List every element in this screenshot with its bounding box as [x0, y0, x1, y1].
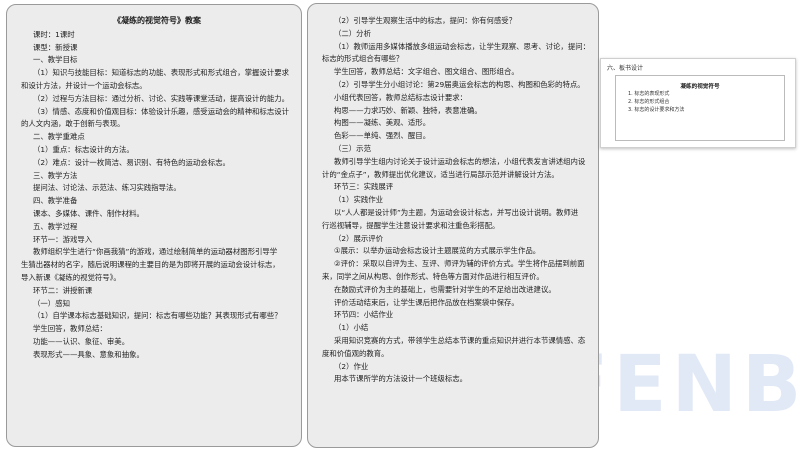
text-line: 课时：1课时 [33, 29, 75, 39]
document-title: 《凝练的视觉符号》教案 [113, 16, 201, 25]
slide-item: 3. 标志的设计要求和方法 [628, 107, 685, 113]
text-line: 的人文内涵，敢于创新与表现。 [21, 119, 125, 129]
slide-item: 2. 标志的形式组合 [628, 99, 670, 105]
text-line: （1）实践作业 [334, 195, 384, 205]
text-line: （2）引导学生观察生活中的标志，提问：你有何感受？ [334, 16, 517, 25]
text-line: （2）引导学生分小组讨论：第29届奥运会标志的构思、构图和色彩的特点。 [334, 79, 585, 89]
text-line: 和设计方法，并设计一个运动会标志。 [21, 80, 147, 90]
lesson-plan-page-left: 《凝练的视觉符号》教案课时：1课时 课型：新授课 一、教学目标 （1）知识与技能目标：… [6, 4, 302, 447]
text-line: 计的“金点子”，教师提出优化建议，适当进行局部示范并讲解设计方法。 [322, 169, 559, 179]
text-line: 四、教学准备 [33, 196, 78, 206]
text-line: 教师组织学生进行“你画我猜”的游戏，通过绘制简单的运动器材图形引导学 [33, 247, 278, 257]
text-line: 小组代表回答，教师总结标志设计要求： [334, 92, 468, 102]
text-line: 评价活动结束后，让学生课后把作品放在档案袋中保存。 [334, 297, 519, 307]
text-line: （2）作业 [334, 361, 369, 371]
text-line: 在鼓励式评价为主的基础上，也需要针对学生的不足给出改进建议。 [334, 284, 556, 294]
slide-item: 1. 标志的表现形式 [628, 91, 670, 97]
text-line: 学生回答，教师总结： [33, 324, 107, 334]
text-line: 环节一：游戏导入 [33, 234, 93, 244]
text-line: 环节二：讲授新课 [33, 285, 93, 295]
text-line: 构图——凝练、美观、适形。 [334, 118, 431, 128]
text-line: （二）分析 [334, 28, 371, 38]
text-line: ②评价：采取以自评为主、互评、师评为辅的评价方式。学生将作品摆到前面 [334, 259, 585, 269]
text-line: 行巡视辅导，提醒学生注意设计要求和注重色彩搭配。 [322, 220, 500, 230]
text-line: 构思——力求巧妙、新颖、独特，表意准确。 [334, 105, 482, 115]
text-line: 导入新课《凝练的视觉符号》。 [21, 272, 121, 282]
text-line: （2）难点：设计一枚简洁、易识别、有特色的运动会标志。 [33, 157, 230, 167]
text-line: 表现形式——具象、意象和抽象。 [33, 349, 144, 359]
text-line: （2）展示评价 [334, 233, 384, 243]
text-line: 用本节课所学的方法设计一个班级标志。 [334, 374, 468, 384]
text-line: （1）教师运用多媒体播放多组运动会标志，让学生观察、思考、讨论，提问： [334, 41, 590, 51]
text-line: （3）情感、态度和价值观目标：体验设计乐趣，感受运动会的精神和标志设计 [33, 106, 289, 116]
text-line: 环节四：小结作业 [334, 310, 394, 320]
text-line: 来，同学之间从构思、创作形式、特色等方面对作品进行相互评价。 [322, 271, 544, 281]
text-line: （1）知识与技能目标：知道标志的功能、表现形式和形式组合，掌握设计要求 [33, 68, 289, 78]
text-line: 五、教学过程 [33, 221, 78, 231]
text-line: 课本、多媒体、课件、制作材料。 [33, 208, 144, 218]
text-line: 色彩——单纯、强烈、醒目。 [334, 131, 431, 141]
slide-card: 凝练的视觉符号 1. 标志的表现形式 2. 标志的形式组合 3. 标志的设计要求… [615, 75, 785, 141]
text-line: 以“人人都是设计师”为主题，为运动会设计标志，并写出设计说明。教师进 [334, 207, 579, 217]
lesson-plan-page-middle: （2）引导学生观察生活中的标志，提问：你有何感受？ （二）分析 （1）教师运用多媒体… [307, 3, 599, 448]
text-line: 环节三：实践展评 [334, 182, 394, 192]
text-line: （1）小结 [334, 323, 369, 333]
text-line: 学生回答，教师总结：文字组合、图文组合、图形组合。 [334, 67, 519, 77]
text-line: 功能——认识、象征、审美。 [33, 336, 130, 346]
text-line: （2）过程与方法目标：通过分析、讨论、实践等课堂活动，提高设计的能力。 [33, 93, 289, 103]
text-line: 课型：新授课 [33, 42, 78, 52]
text-line: 提问法、讨论法、示范法、练习实践指导法。 [33, 183, 181, 193]
blackboard-design-slide: 六、板书设计 凝练的视觉符号 1. 标志的表现形式 2. 标志的形式组合 3. … [600, 58, 796, 148]
text-line: （1）自学课本标志基础知识，提问：标志有哪些功能？其表现形式有哪些？ [33, 311, 282, 321]
text-line: 标志的形式组合有哪些？ [322, 54, 404, 64]
text-line: （三）示范 [334, 143, 371, 153]
text-line: （1）重点：标志设计的方法。 [33, 144, 134, 154]
text-line: 一、教学目标 [33, 55, 78, 65]
text-line: ①展示：以举办运动会标志设计主题展览的方式展示学生作品。 [334, 246, 541, 256]
text-line: 生猜出器材的名字，随后说明课程的主要目的是为即将开展的运动会设计标志， [21, 260, 280, 270]
text-line: 教师引导学生组内讨论关于设计运动会标志的想法，小组代表发言讲述组内设 [334, 156, 586, 166]
text-line: 三、教学方法 [33, 170, 78, 180]
text-line: （一）感知 [33, 298, 70, 308]
text-line: 采用知识竞赛的方式，带领学生总结本节课的重点知识并进行本节课情感、态 [334, 335, 586, 345]
text-line: 度和价值观的教育。 [322, 348, 389, 358]
text-line: 二、教学重难点 [33, 132, 85, 142]
slide-card-title: 凝练的视觉符号 [680, 84, 720, 90]
slide-header: 六、板书设计 [607, 65, 644, 72]
